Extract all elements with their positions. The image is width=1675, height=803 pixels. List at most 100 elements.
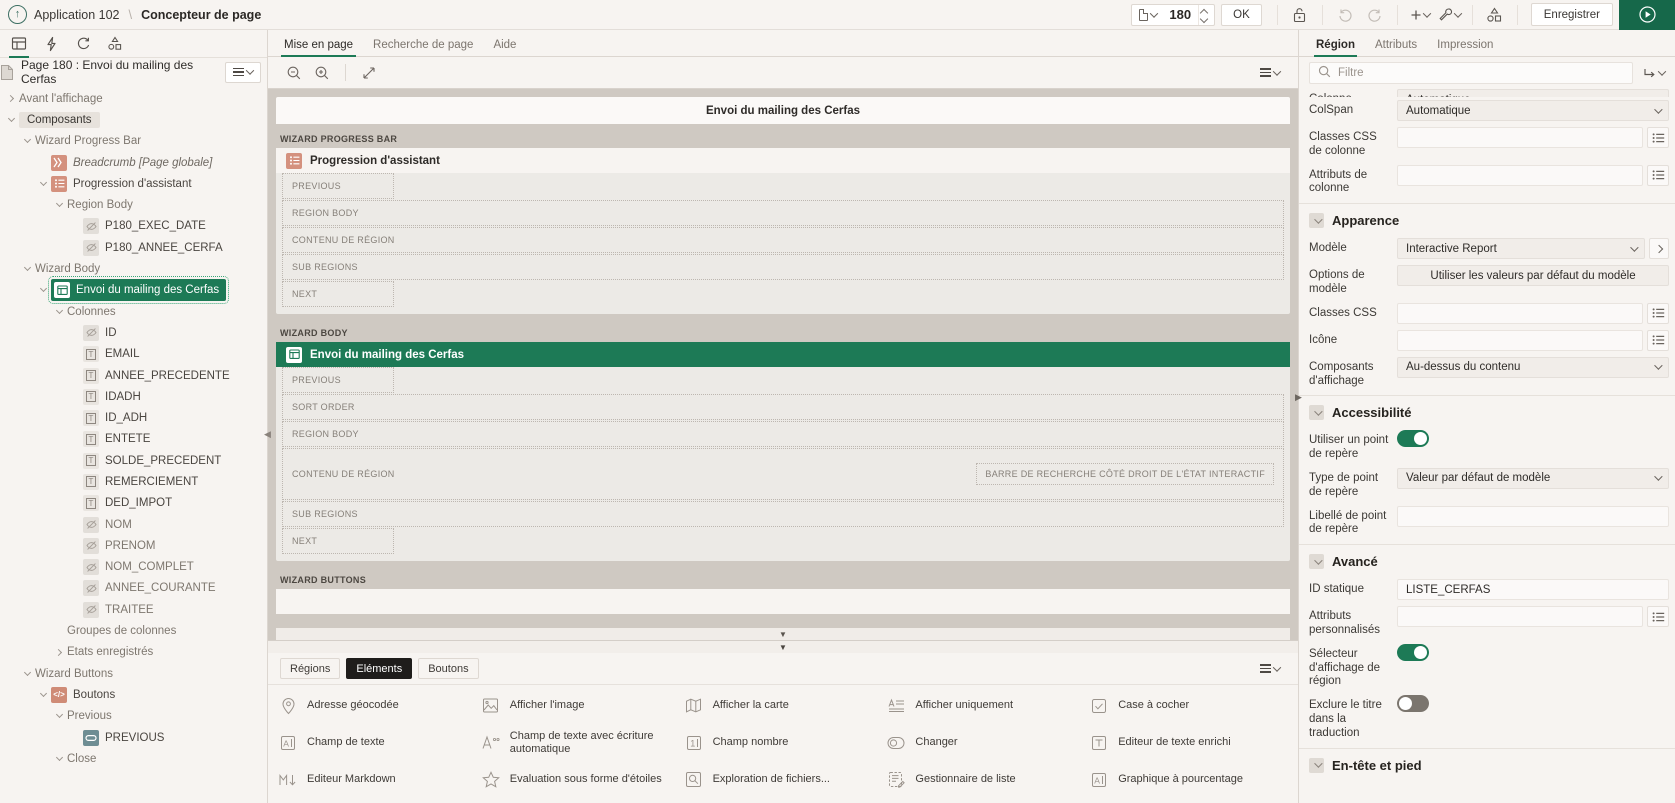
tree-item[interactable]: Wizard Body (0, 258, 267, 279)
gallery-item[interactable]: Afficher l'image (481, 687, 684, 724)
region-box[interactable] (276, 589, 1290, 614)
region-title-bar[interactable]: Progression d'assistant (276, 148, 1290, 173)
gallery-menu-icon[interactable] (1252, 658, 1298, 679)
left-collapse-handle[interactable]: ◀ (263, 423, 272, 445)
right-tab[interactable]: Région (1314, 39, 1357, 57)
tree-item[interactable]: Previous (0, 706, 267, 727)
undo-icon[interactable] (1330, 2, 1360, 28)
region-title-bar[interactable] (276, 589, 1290, 614)
gallery-item[interactable]: Gestionnaire de liste (886, 761, 1089, 798)
right-tabs[interactable]: Région Attributs Impression (1299, 30, 1675, 57)
gallery-item[interactable]: A Graphique à pourcentage (1089, 761, 1292, 798)
right-tab[interactable]: Impression (1437, 39, 1493, 56)
tree-item[interactable]: </> Boutons (0, 684, 267, 705)
tree-item[interactable]: Progression d'assistant (0, 173, 267, 194)
page-title-row[interactable]: Page 180 : Envoi du mailing des Cerfas (0, 58, 267, 86)
page-tree[interactable]: Avant l'affichage Composants Wizard Progre… (0, 86, 267, 803)
section-collapse-icon[interactable] (1309, 213, 1324, 229)
text-input[interactable] (1397, 505, 1669, 527)
chevron-down-icon[interactable] (35, 689, 51, 697)
page-select-icon[interactable] (1132, 8, 1162, 21)
gallery-item[interactable]: A Champ de texte (278, 724, 481, 761)
tree-item[interactable]: T IDADH (0, 386, 267, 407)
tree-item[interactable]: P180_EXEC_DATE (0, 216, 267, 237)
gallery-item[interactable]: Evaluation sous forme d'étoiles (481, 761, 684, 798)
tree-item[interactable]: PREVIOUS (0, 727, 267, 748)
redo-icon[interactable] (1360, 2, 1390, 28)
chevron-down-icon[interactable] (51, 306, 67, 314)
select-field[interactable]: Au-dessus du contenu (1397, 356, 1669, 378)
tree-item[interactable]: NOM (0, 514, 267, 535)
select-field[interactable]: Interactive Report (1397, 238, 1645, 260)
chevron-down-icon[interactable] (35, 285, 51, 293)
tree-item[interactable]: T ID_ADH (0, 407, 267, 428)
lock-icon[interactable] (1285, 2, 1315, 28)
right-search-bar-slot[interactable]: BARRE DE RECHERCHE CÔTÉ DROIT DE L'ÉTAT … (976, 463, 1274, 485)
page-stepper[interactable]: 180 (1131, 3, 1216, 26)
tree-item[interactable]: Wizard Buttons (0, 663, 267, 684)
drop-slot[interactable]: SORT ORDER (282, 394, 1284, 420)
tree-item[interactable]: T DED_IMPOT (0, 493, 267, 514)
gallery-item[interactable]: Afficher uniquement (886, 687, 1089, 724)
add-icon[interactable] (1405, 2, 1435, 28)
property-section-header[interactable]: En-tête et pied (1299, 747, 1675, 780)
tree-item[interactable]: Composants (0, 109, 267, 130)
text-input[interactable] (1397, 302, 1643, 324)
lov-button[interactable] (1647, 606, 1669, 628)
canvas-collapse-caret[interactable]: ▼ (276, 628, 1290, 640)
tree-item[interactable]: T ANNEE_PRECEDENTE (0, 365, 267, 386)
toggle-switch[interactable] (1397, 695, 1429, 713)
page-number-value[interactable]: 180 (1162, 7, 1198, 22)
text-input[interactable] (1397, 606, 1643, 628)
utilities-icon[interactable] (1435, 2, 1465, 28)
select-field[interactable]: Automatique (1397, 100, 1669, 121)
chevron-down-icon[interactable] (51, 200, 67, 208)
drop-slot[interactable]: PREVIOUS (282, 367, 394, 393)
chevron-down-icon[interactable] (19, 136, 35, 144)
tree-item[interactable]: T ENTETE (0, 429, 267, 450)
chevron-down-icon[interactable] (19, 668, 35, 676)
drop-slot[interactable]: NEXT (282, 528, 394, 554)
right-tab[interactable]: Attributs (1375, 39, 1417, 56)
goto-template-button[interactable] (1649, 238, 1669, 260)
drop-slot[interactable]: REGION BODY (282, 200, 1284, 226)
tree-item[interactable]: TRAITEE (0, 599, 267, 620)
center-tabs[interactable]: Mise en page Recherche de page Aide (268, 30, 1298, 57)
region-box[interactable]: Envoi du mailing des Cerfas PREVIOUS SORT … (276, 342, 1290, 561)
property-section-header[interactable]: Apparence (1299, 203, 1675, 235)
drop-slot[interactable]: SUB REGIONS (282, 501, 1284, 527)
text-input[interactable] (1397, 329, 1643, 351)
gallery-item[interactable]: Case à cocher (1089, 687, 1292, 724)
tree-item[interactable]: PRENOM (0, 535, 267, 556)
text-input[interactable]: LISTE_CERFAS (1397, 579, 1669, 601)
shapes-icon[interactable] (1480, 2, 1510, 28)
template-options-button[interactable]: Utiliser les valeurs par défaut du modèl… (1397, 265, 1669, 287)
tree-item[interactable]: Breadcrumb [Page globale] (0, 152, 267, 173)
chevron-down-icon[interactable] (3, 114, 19, 122)
select-field[interactable]: Valeur par défaut de modèle (1397, 467, 1669, 489)
run-button[interactable] (1619, 0, 1675, 30)
page-layout-tab[interactable] (4, 30, 34, 58)
tree-item-selected[interactable]: Envoi du mailing des Cerfas (47, 276, 230, 305)
page-spinner[interactable] (1198, 4, 1214, 25)
section-collapse-icon[interactable] (1309, 554, 1324, 570)
select-field[interactable]: Automatique (1397, 89, 1669, 97)
tree-item[interactable]: T EMAIL (0, 344, 267, 365)
chevron-down-icon[interactable] (35, 178, 51, 186)
drop-slot[interactable]: CONTENU DE RÉGION (282, 227, 1284, 253)
region-box[interactable]: Progression d'assistant PREVIOUS REGION BO… (276, 148, 1290, 314)
tree-item[interactable]: Avant l'affichage (0, 88, 267, 109)
gallery-item[interactable]: Adresse géocodée (278, 687, 481, 724)
chevron-down-icon[interactable] (51, 753, 67, 761)
right-collapse-handle[interactable]: ▶ (1294, 386, 1303, 408)
center-tab[interactable]: Recherche de page (373, 39, 473, 56)
chevron-down-icon[interactable] (19, 263, 35, 272)
gallery-item[interactable]: 1 Champ nombre (684, 724, 887, 761)
toggle-switch[interactable] (1397, 430, 1429, 448)
gallery-tab[interactable]: Eléments (346, 658, 413, 679)
drop-slot[interactable]: CONTENU DE RÉGION BARRE DE RECHERCHE CÔTÉ… (282, 448, 1284, 500)
ok-button[interactable]: OK (1221, 3, 1262, 26)
dynamic-actions-tab[interactable] (36, 30, 66, 57)
gallery-item[interactable]: Exploration de fichiers... (684, 761, 887, 798)
tree-item[interactable]: Colonnes (0, 301, 267, 322)
